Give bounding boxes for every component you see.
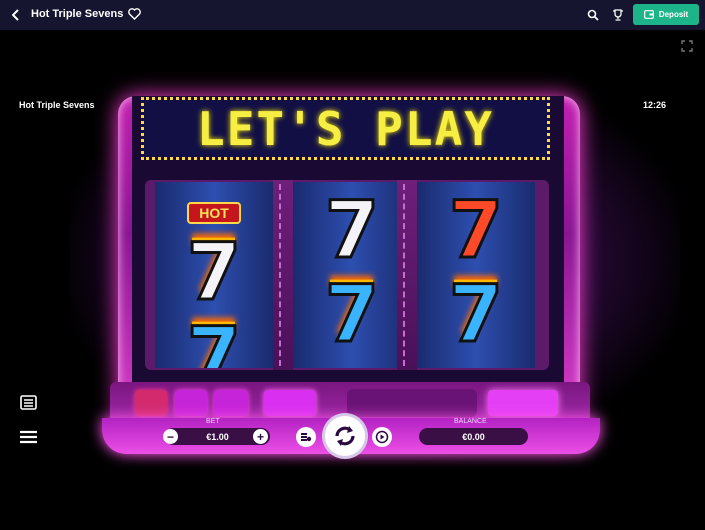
marquee-sign: LET'S PLAY [141,97,550,160]
hud-clock: 12:26 [643,100,667,110]
deposit-button[interactable]: Deposit [633,4,699,25]
chevron-left-icon [12,9,19,21]
hamburger-icon [20,430,37,444]
trophy-button[interactable] [612,8,626,22]
reel-divider [273,180,293,370]
bet-label: BET [206,418,220,425]
seven-symbol-red: 7 [447,186,504,276]
wallet-icon [643,10,654,19]
console-light-button[interactable] [488,390,558,416]
spin-arrows-icon [335,426,355,446]
autoplay-icon [375,430,389,444]
list-icon [20,395,37,410]
coin-slot [347,389,477,417]
bet-value: €1.00 [206,431,229,442]
decrease-bet-button[interactable]: − [163,429,178,444]
bet-settings-button[interactable] [296,427,316,447]
reel-1: HOT 7 7 [155,182,273,368]
search-button[interactable] [587,8,601,22]
reel-3: 7 7 [417,182,535,368]
trophy-icon [613,9,623,21]
minus-icon: − [166,429,174,444]
balance-label: BALANCE [454,418,487,425]
seven-symbol-blue: 7 [447,270,504,360]
hot-label: HOT [187,202,241,224]
seven-symbol-white: 7 [185,228,242,318]
console-light-button[interactable] [214,390,248,416]
hud-game-title: Hot Triple Sevens [19,100,95,110]
console-light-button[interactable] [264,390,316,416]
deposit-label: Deposit [658,10,689,19]
menu-button[interactable] [20,430,37,444]
balance-display: €0.00 [419,428,528,445]
marquee-text: LET'S PLAY [197,101,494,156]
balance-value: €0.00 [462,431,485,442]
reel-divider [397,180,417,370]
seven-symbol-white: 7 [323,186,380,276]
console-light-button[interactable] [135,390,167,416]
expand-icon [681,40,693,52]
coins-settings-icon [301,433,312,442]
console-light-button[interactable] [175,390,207,416]
back-button[interactable] [9,7,23,23]
increase-bet-button[interactable]: + [253,429,268,444]
spin-button[interactable] [325,416,365,456]
plus-icon: + [256,429,264,444]
reel-2: 7 7 [293,182,411,368]
heart-icon [128,8,141,20]
fullscreen-button[interactable] [681,39,693,52]
seven-symbol-blue: 7 [185,312,242,369]
seven-symbol-blue: 7 [323,270,380,360]
game-title: Hot Triple Sevens [31,8,124,20]
favorite-button[interactable] [128,7,142,23]
top-bar: Hot Triple Sevens Deposit [0,0,705,30]
autoplay-button[interactable] [372,427,392,447]
paytable-button[interactable] [20,395,37,410]
hot-symbol: HOT [164,198,264,228]
search-icon [587,9,599,21]
